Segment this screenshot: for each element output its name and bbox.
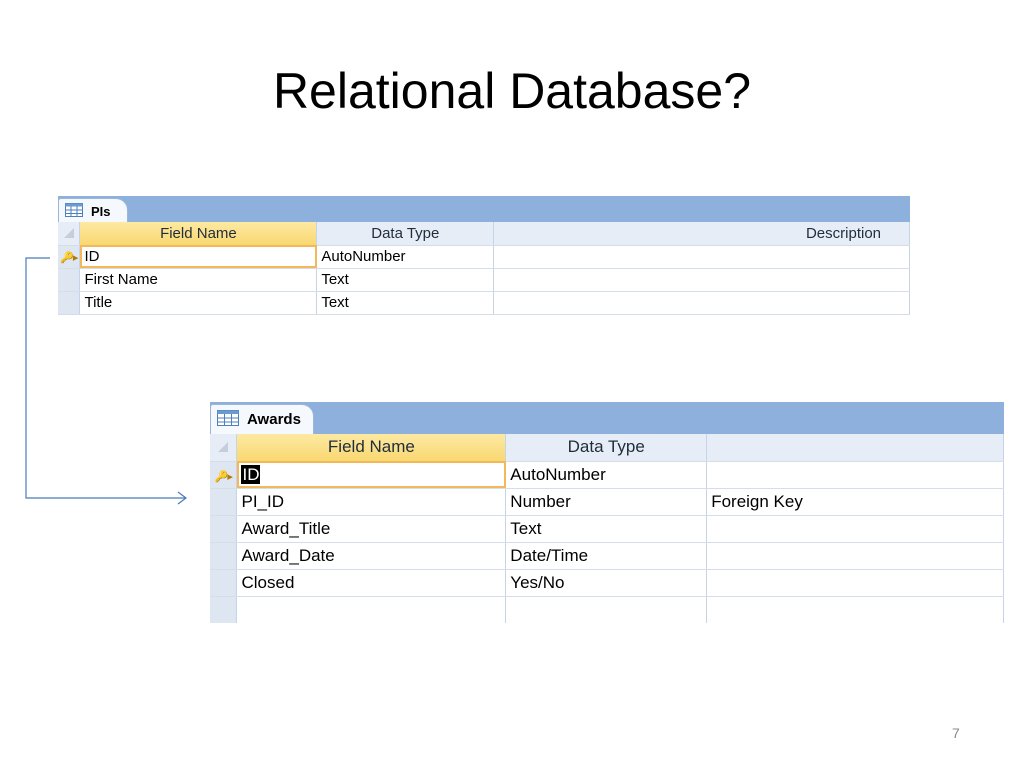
awards-tab-bar: Awards <box>210 402 1004 434</box>
header-row: Field Name Data Type <box>210 434 1004 462</box>
description-cell[interactable] <box>493 245 910 269</box>
awards-design-grid: Awards Field Name Data Type 🔑▸ ID AutoNu… <box>210 402 1004 624</box>
description-cell[interactable] <box>706 515 1004 543</box>
header-description[interactable] <box>706 434 1004 462</box>
data-type-cell[interactable]: AutoNumber <box>505 461 708 489</box>
select-all-corner[interactable] <box>210 434 238 462</box>
key-icon: 🔑▸ <box>60 252 78 264</box>
table-row[interactable]: PI_ID Number Foreign Key <box>210 488 1004 516</box>
row-selector[interactable] <box>210 515 238 543</box>
table-row[interactable] <box>210 596 1004 623</box>
table-icon <box>217 409 239 430</box>
pis-design-grid: PIs Field Name Data Type Description 🔑▸ … <box>58 196 910 320</box>
field-name-cell[interactable]: Title <box>79 291 318 315</box>
slide-title: Relational Database? <box>272 63 752 119</box>
pis-tab-bar: PIs <box>58 196 910 224</box>
awards-tab[interactable]: Awards <box>210 404 314 434</box>
pis-tab-label: PIs <box>91 204 111 219</box>
header-field-name[interactable]: Field Name <box>79 222 318 246</box>
selected-text: ID <box>241 464 261 484</box>
field-name-cell[interactable]: ID <box>79 245 318 269</box>
row-selector[interactable]: 🔑▸ <box>58 245 81 269</box>
table-icon <box>65 203 83 220</box>
description-cell[interactable] <box>706 461 1004 489</box>
field-name-cell[interactable] <box>236 596 507 623</box>
table-row[interactable]: Title Text <box>58 291 910 315</box>
awards-field-table: Field Name Data Type 🔑▸ ID AutoNumber PI… <box>210 434 1004 623</box>
field-name-cell[interactable]: ID <box>236 461 507 489</box>
data-type-cell[interactable]: Text <box>316 268 495 292</box>
table-row[interactable]: First Name Text <box>58 268 910 292</box>
description-cell[interactable] <box>706 596 1004 623</box>
header-description[interactable]: Description <box>493 222 910 246</box>
header-field-name[interactable]: Field Name <box>236 434 507 462</box>
field-name-cell[interactable]: PI_ID <box>236 488 507 516</box>
header-row: Field Name Data Type Description <box>58 222 910 246</box>
data-type-cell[interactable]: Yes/No <box>505 569 708 597</box>
header-data-type[interactable]: Data Type <box>505 434 708 462</box>
awards-tab-label: Awards <box>247 411 301 428</box>
field-name-cell[interactable]: First Name <box>79 268 318 292</box>
field-name-cell[interactable]: Award_Title <box>236 515 507 543</box>
arrowhead-icon <box>177 491 187 505</box>
select-all-corner[interactable] <box>58 222 81 246</box>
data-type-cell[interactable] <box>505 596 708 623</box>
row-selector[interactable] <box>58 291 81 315</box>
field-name-cell[interactable]: Award_Date <box>236 542 507 570</box>
data-type-cell[interactable]: Text <box>316 291 495 315</box>
row-selector[interactable] <box>210 542 238 570</box>
page-number: 7 <box>952 725 960 741</box>
table-row[interactable]: 🔑▸ ID AutoNumber <box>210 461 1004 489</box>
key-icon: 🔑▸ <box>214 470 233 483</box>
header-data-type[interactable]: Data Type <box>316 222 495 246</box>
data-type-cell[interactable]: Number <box>505 488 708 516</box>
data-type-cell[interactable]: AutoNumber <box>316 245 495 269</box>
description-cell[interactable] <box>706 569 1004 597</box>
description-cell[interactable]: Foreign Key <box>706 488 1004 516</box>
row-selector[interactable] <box>210 596 238 623</box>
pis-field-table: Field Name Data Type Description 🔑▸ ID A… <box>58 222 910 315</box>
description-cell[interactable] <box>493 291 910 315</box>
description-cell[interactable] <box>706 542 1004 570</box>
table-row[interactable]: Closed Yes/No <box>210 569 1004 597</box>
data-type-cell[interactable]: Date/Time <box>505 542 708 570</box>
table-row[interactable]: Award_Date Date/Time <box>210 542 1004 570</box>
field-name-cell[interactable]: Closed <box>236 569 507 597</box>
description-cell[interactable] <box>493 268 910 292</box>
data-type-cell[interactable]: Text <box>505 515 708 543</box>
table-row[interactable]: 🔑▸ ID AutoNumber <box>58 245 910 269</box>
row-selector[interactable] <box>210 488 238 516</box>
pis-tab[interactable]: PIs <box>58 198 128 224</box>
row-selector[interactable] <box>210 569 238 597</box>
row-selector[interactable]: 🔑▸ <box>210 461 238 489</box>
row-selector[interactable] <box>58 268 81 292</box>
table-row[interactable]: Award_Title Text <box>210 515 1004 543</box>
